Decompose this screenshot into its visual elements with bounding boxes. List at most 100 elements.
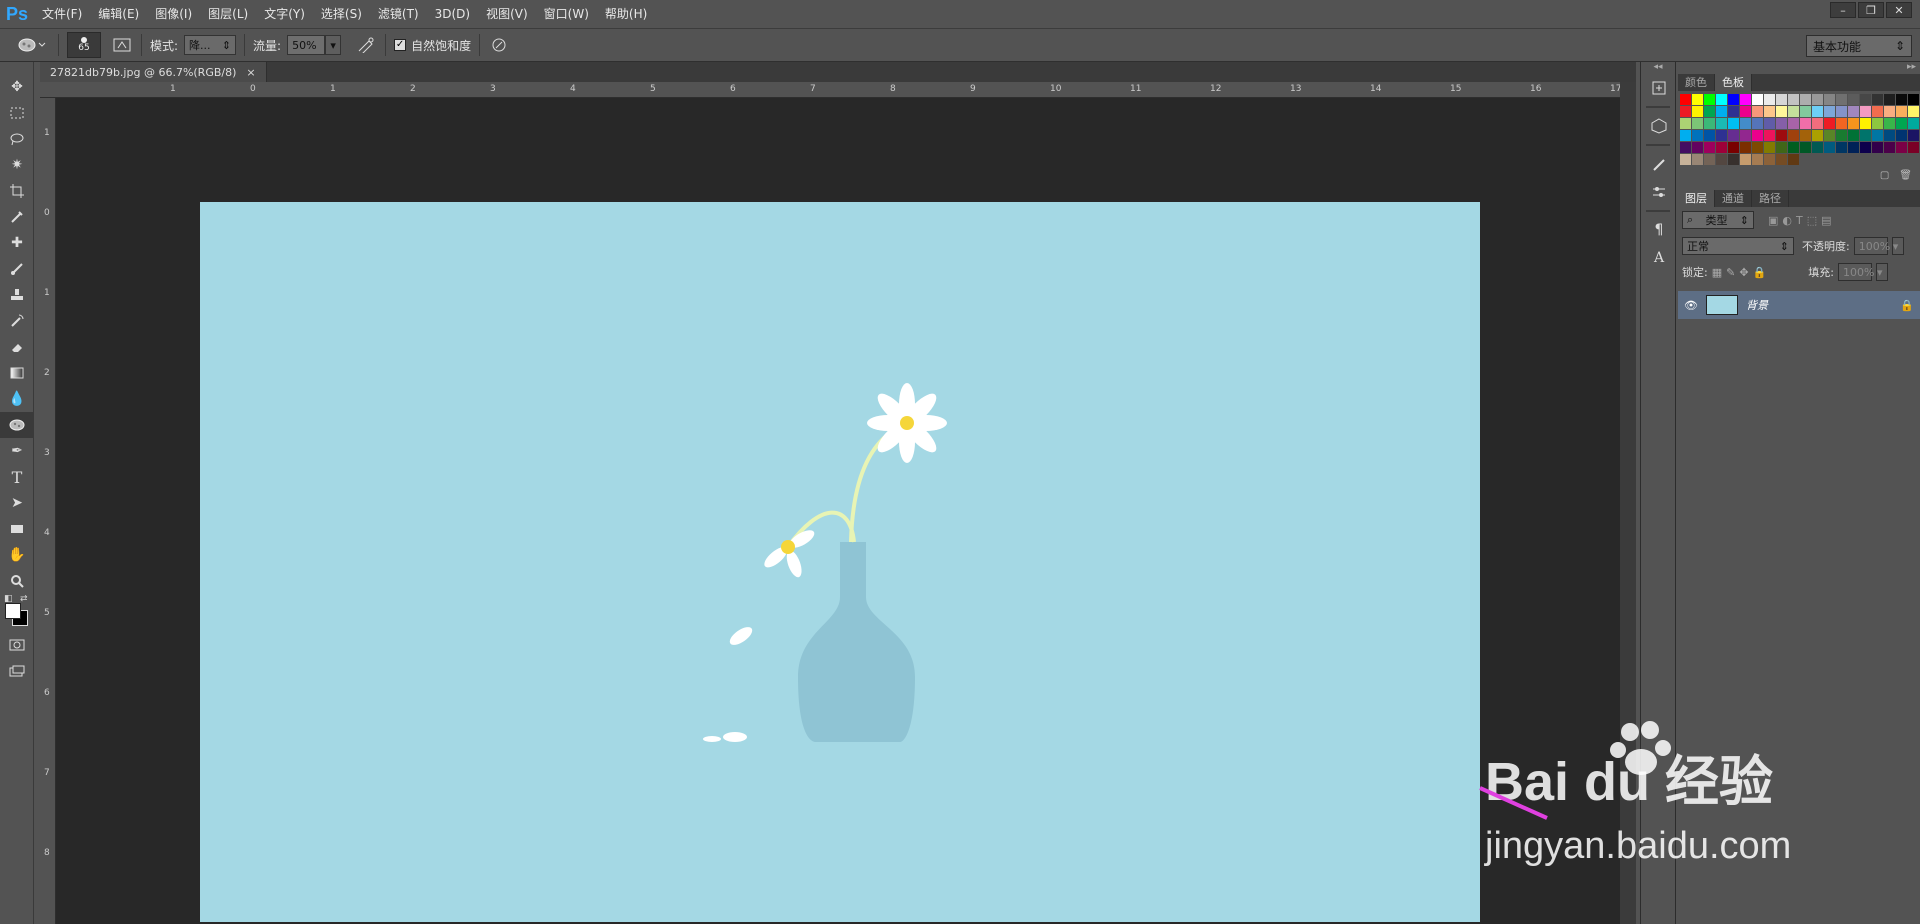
adjustments-icon[interactable] — [1641, 178, 1677, 206]
swatch[interactable] — [1704, 106, 1715, 117]
swatch[interactable] — [1908, 94, 1919, 105]
trash-icon[interactable]: 🗑 — [1899, 170, 1912, 182]
swatch[interactable] — [1752, 94, 1763, 105]
pressure-size-icon[interactable] — [488, 34, 510, 56]
swatch[interactable] — [1824, 118, 1835, 129]
swatch[interactable] — [1848, 142, 1859, 153]
marquee-tool-icon[interactable] — [0, 100, 34, 126]
swatch[interactable] — [1872, 106, 1883, 117]
swatch[interactable] — [1896, 130, 1907, 141]
swatch[interactable] — [1680, 130, 1691, 141]
swatch[interactable] — [1716, 154, 1727, 165]
swatch[interactable] — [1752, 130, 1763, 141]
swatch[interactable] — [1704, 142, 1715, 153]
swatch[interactable] — [1752, 106, 1763, 117]
swatch[interactable] — [1812, 94, 1823, 105]
type-filter-icon[interactable]: T — [1796, 214, 1803, 227]
swatch[interactable] — [1776, 130, 1787, 141]
menu-image[interactable]: 图像(I) — [147, 0, 200, 28]
swatch[interactable] — [1752, 154, 1763, 165]
character-panel-icon[interactable]: A — [1641, 244, 1677, 272]
lock-image-icon[interactable]: ✎ — [1726, 266, 1735, 279]
flow-input[interactable]: 50% — [287, 35, 326, 55]
brush-presets-icon[interactable] — [1641, 150, 1677, 178]
swatch[interactable] — [1680, 118, 1691, 129]
swatch[interactable] — [1788, 154, 1799, 165]
swatch[interactable] — [1896, 106, 1907, 117]
swatch[interactable] — [1776, 106, 1787, 117]
swatch[interactable] — [1692, 130, 1703, 141]
swatch[interactable] — [1776, 118, 1787, 129]
tab-color[interactable]: 颜色 — [1678, 74, 1715, 91]
menu-edit[interactable]: 编辑(E) — [90, 0, 147, 28]
menu-file[interactable]: 文件(F) — [34, 0, 90, 28]
healing-brush-tool-icon[interactable]: ✚ — [0, 230, 34, 256]
swatch[interactable] — [1752, 142, 1763, 153]
swatch[interactable] — [1896, 142, 1907, 153]
mode-select[interactable]: 降... ⇕ — [184, 35, 237, 55]
magic-wand-tool-icon[interactable]: ✷ — [0, 152, 34, 178]
swatch[interactable] — [1692, 118, 1703, 129]
tab-channels[interactable]: 通道 — [1715, 190, 1752, 207]
swatch[interactable] — [1680, 142, 1691, 153]
eraser-tool-icon[interactable] — [0, 334, 34, 360]
opacity-input[interactable]: 100% — [1853, 237, 1890, 255]
swatch[interactable] — [1860, 106, 1871, 117]
swatch[interactable] — [1776, 142, 1787, 153]
smart-object-filter-icon[interactable]: ▤ — [1821, 214, 1831, 227]
collapse-icon[interactable]: ◂◂ — [1641, 62, 1675, 74]
swatch[interactable] — [1728, 118, 1739, 129]
swatch[interactable] — [1740, 94, 1751, 105]
move-tool-icon[interactable]: ✥ — [0, 74, 34, 100]
swatch[interactable] — [1704, 154, 1715, 165]
swatch[interactable] — [1872, 94, 1883, 105]
menu-window[interactable]: 窗口(W) — [536, 0, 597, 28]
swatch[interactable] — [1836, 118, 1847, 129]
panel-collapse-icon[interactable]: ▸▸ — [1678, 62, 1920, 74]
lock-all-icon[interactable]: 🔒 — [1753, 266, 1767, 279]
history-brush-tool-icon[interactable] — [0, 308, 34, 334]
swatch[interactable] — [1848, 130, 1859, 141]
close-button[interactable]: ✕ — [1886, 2, 1912, 18]
swatch[interactable] — [1764, 94, 1775, 105]
tab-paths[interactable]: 路径 — [1752, 190, 1789, 207]
swatch[interactable] — [1800, 130, 1811, 141]
menu-type[interactable]: 文字(Y) — [256, 0, 313, 28]
swatch[interactable] — [1812, 142, 1823, 153]
swatch[interactable] — [1704, 118, 1715, 129]
blur-tool-icon[interactable]: 💧 — [0, 386, 34, 412]
pen-tool-icon[interactable]: ✒ — [0, 438, 34, 464]
swatch[interactable] — [1716, 106, 1727, 117]
swatch[interactable] — [1908, 130, 1919, 141]
paragraph-panel-icon[interactable]: ¶ — [1641, 216, 1677, 244]
swatch[interactable] — [1824, 130, 1835, 141]
swatch[interactable] — [1704, 94, 1715, 105]
hand-tool-icon[interactable]: ✋ — [0, 542, 34, 568]
swatch[interactable] — [1788, 106, 1799, 117]
swatch[interactable] — [1692, 154, 1703, 165]
fill-slider-toggle[interactable]: ▾ — [1875, 263, 1888, 281]
workspace-select[interactable]: 基本功能 ⇕ — [1806, 35, 1912, 57]
menu-layer[interactable]: 图层(L) — [200, 0, 256, 28]
sponge-tool-icon[interactable] — [0, 412, 34, 438]
swatch[interactable] — [1800, 118, 1811, 129]
swatch[interactable] — [1788, 94, 1799, 105]
swatch[interactable] — [1824, 106, 1835, 117]
swatch[interactable] — [1740, 130, 1751, 141]
new-swatch-icon[interactable]: ▢ — [1880, 170, 1889, 182]
airbrush-icon[interactable] — [355, 34, 377, 56]
blend-mode-select[interactable]: 正常 ⇕ — [1682, 237, 1794, 255]
swatch[interactable] — [1776, 154, 1787, 165]
swatch[interactable] — [1752, 118, 1763, 129]
swatch[interactable] — [1728, 106, 1739, 117]
swatch[interactable] — [1704, 130, 1715, 141]
swatch[interactable] — [1884, 94, 1895, 105]
swatch[interactable] — [1836, 94, 1847, 105]
swatch[interactable] — [1716, 118, 1727, 129]
crop-tool-icon[interactable] — [0, 178, 34, 204]
swatch[interactable] — [1728, 94, 1739, 105]
layer-row-background[interactable]: 👁 背景 🔒 — [1678, 291, 1920, 319]
swatch[interactable] — [1884, 106, 1895, 117]
swatch[interactable] — [1860, 142, 1871, 153]
swatch[interactable] — [1680, 106, 1691, 117]
